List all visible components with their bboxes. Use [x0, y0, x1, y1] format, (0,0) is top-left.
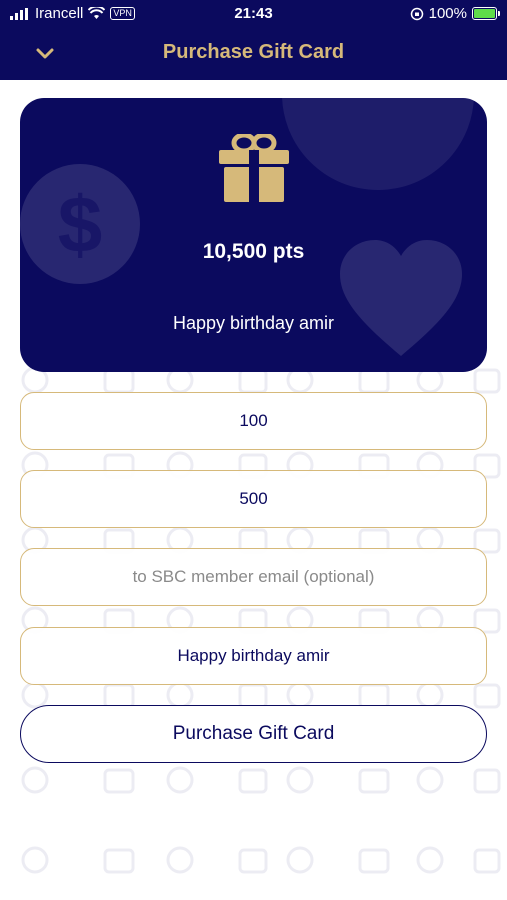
- email-field[interactable]: to SBC member email (optional): [20, 548, 487, 606]
- gift-card-message: Happy birthday amir: [172, 313, 335, 333]
- gift-icon: [219, 134, 289, 202]
- battery-icon: [472, 7, 500, 20]
- navigation-bar: Purchase Gift Card: [0, 28, 507, 80]
- status-bar: Irancell VPN 21:43 100%: [0, 0, 507, 28]
- gift-card-points: 10,500 pts: [202, 240, 305, 263]
- amount-field[interactable]: 500: [20, 470, 487, 528]
- message-field[interactable]: Happy birthday amir: [20, 627, 487, 685]
- dollar-coin-icon: $: [20, 164, 140, 284]
- page-title: Purchase Gift Card: [162, 41, 345, 63]
- battery-percent: 100%: [428, 5, 467, 22]
- orientation-lock-icon: [410, 7, 423, 20]
- purchase-gift-card-button[interactable]: Purchase Gift Card: [20, 705, 487, 763]
- points-field[interactable]: 100: [20, 392, 487, 450]
- gift-card-preview: $ 10,500 pts Happy birthday amir: [20, 98, 487, 372]
- circle-decoration: [282, 98, 474, 190]
